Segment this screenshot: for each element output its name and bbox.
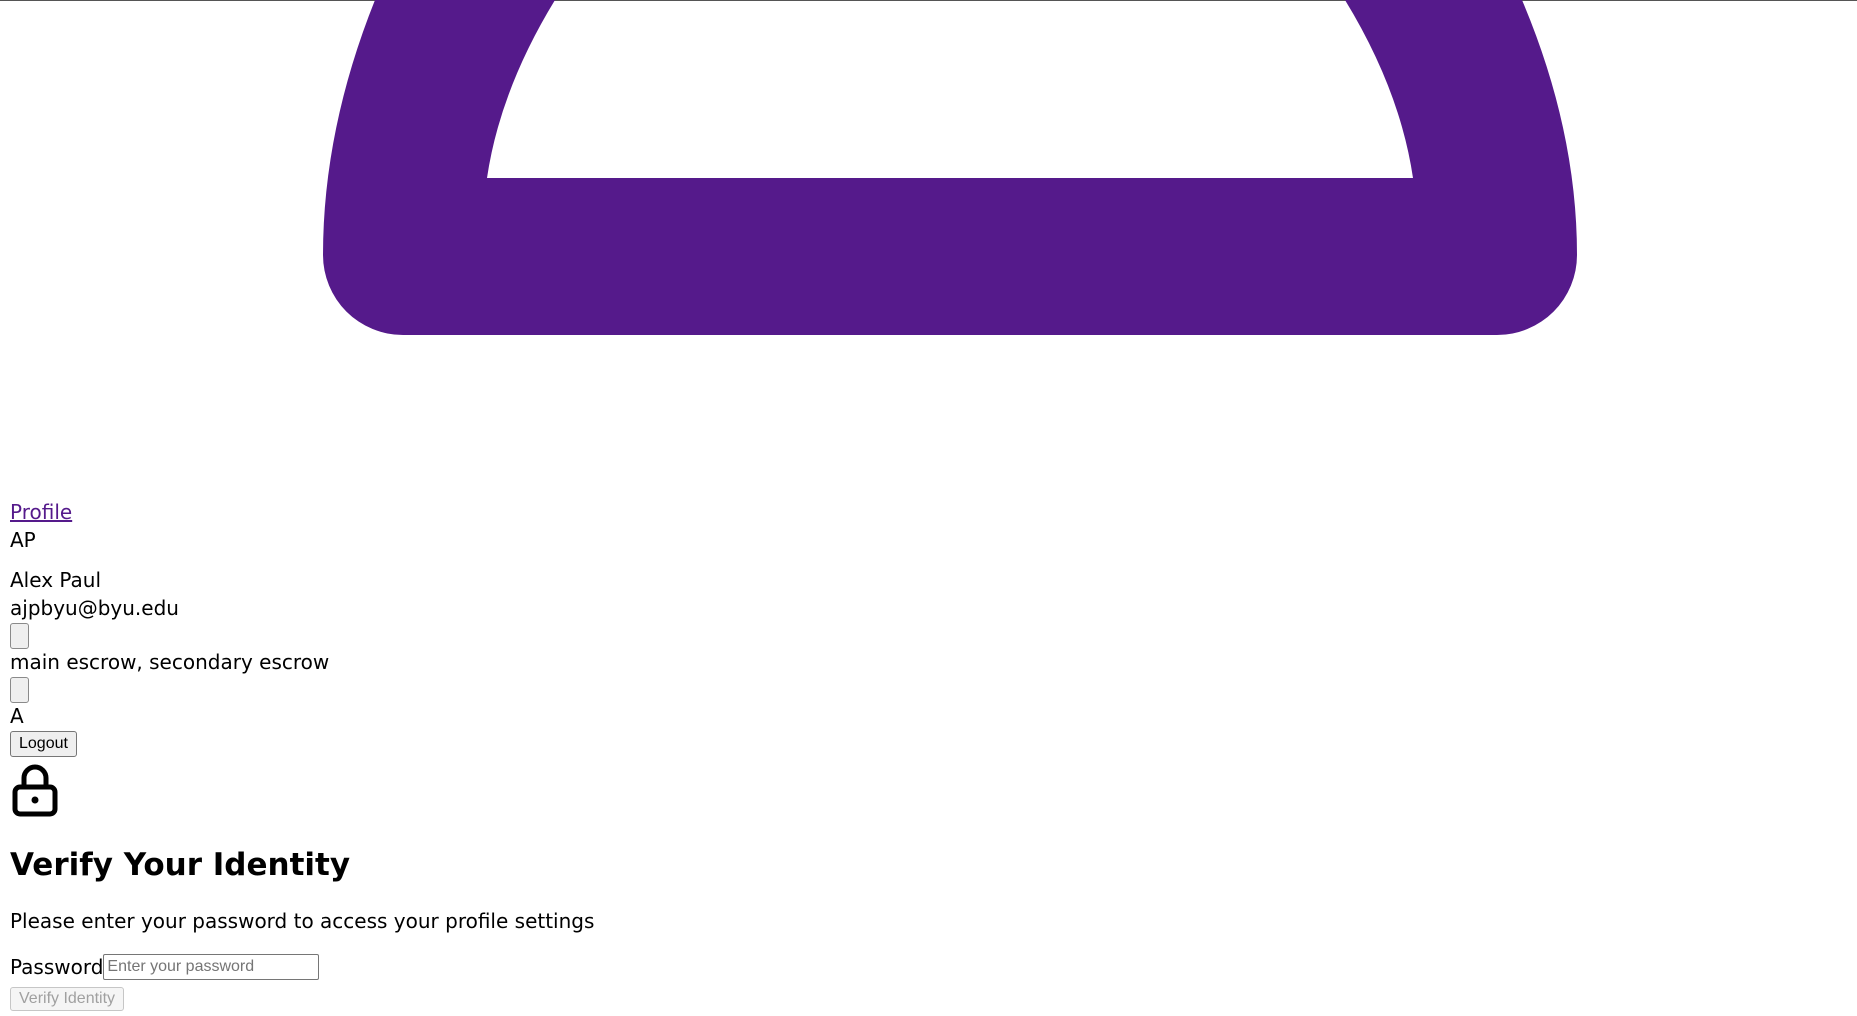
lock-icon	[12, 764, 58, 817]
profile-link[interactable]: Profile	[10, 499, 594, 527]
role-toggle-button[interactable]	[10, 677, 29, 703]
logout-button[interactable]: Logout	[10, 731, 77, 757]
password-label: Password	[10, 955, 104, 979]
user-name: Alex Paul	[10, 568, 102, 592]
password-input[interactable]	[103, 954, 320, 980]
avatar: AP	[10, 528, 36, 552]
page: Profile AP Alex Paul ajpbyu@byu.edu main…	[0, 0, 1857, 1016]
profile-panel: Profile AP Alex Paul ajpbyu@byu.edu main…	[10, 499, 594, 1011]
page-subtitle: Please enter your password to access you…	[10, 909, 595, 933]
escrow-list: main escrow, secondary escrow	[10, 650, 330, 674]
page-title: Verify Your Identity	[10, 847, 351, 883]
verify-identity-button[interactable]: Verify Identity	[10, 987, 125, 1011]
user-email: ajpbyu@byu.edu	[10, 596, 179, 620]
password-row: Password	[10, 953, 594, 981]
role-initial: A	[10, 704, 24, 728]
escrow-toggle-button[interactable]	[10, 623, 29, 649]
lock-shackle-logo	[323, 0, 1577, 335]
